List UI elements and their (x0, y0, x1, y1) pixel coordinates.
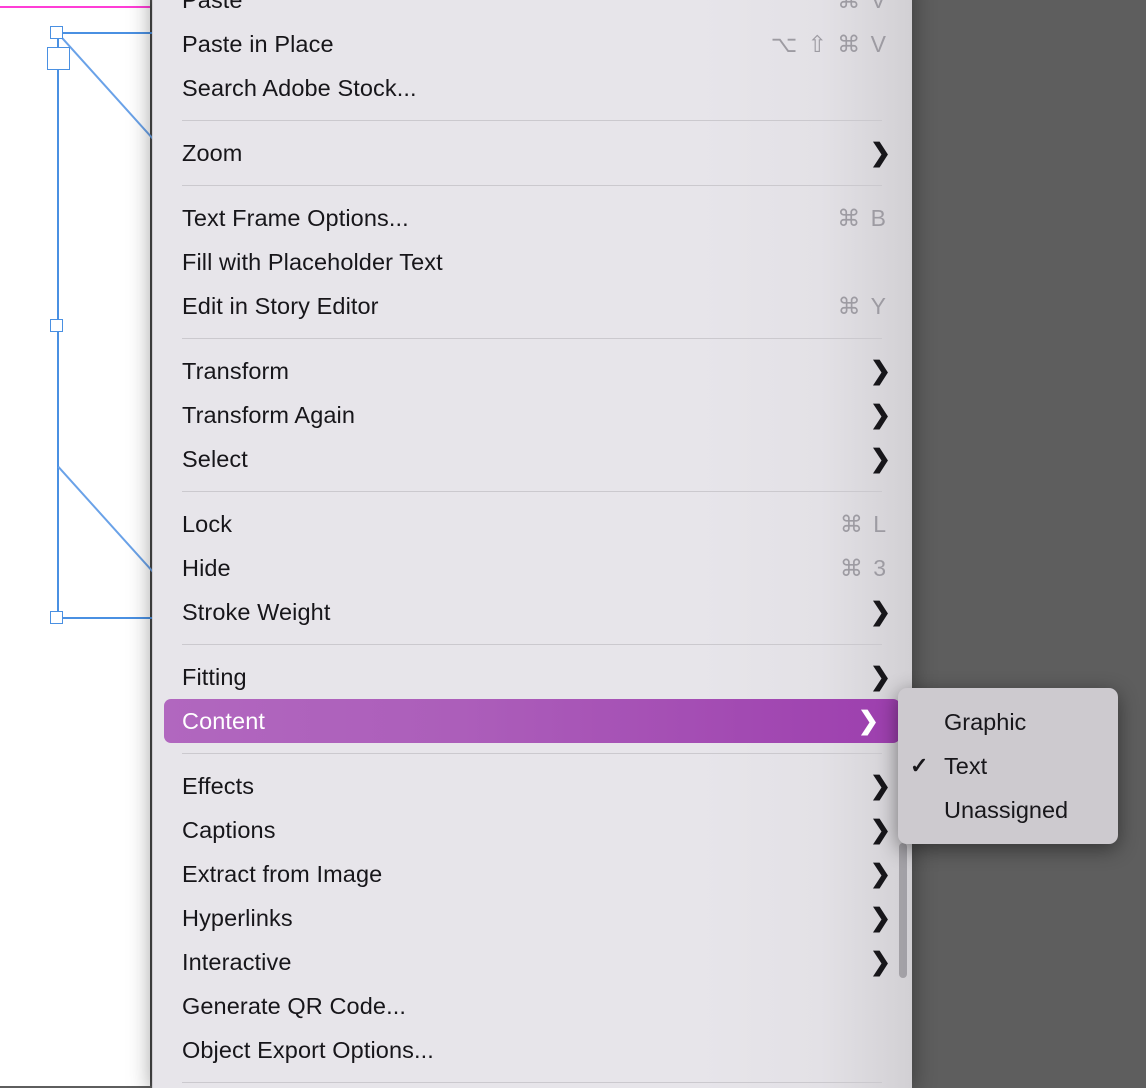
menu-item-object-export-options[interactable]: Object Export Options... (152, 1028, 912, 1072)
menu-item-label: Text Frame Options... (182, 205, 837, 232)
handle-bottom-left[interactable] (50, 611, 63, 624)
chevron-right-icon: ❯ (870, 950, 890, 975)
menu-item-label: Interactive (182, 949, 870, 976)
menu-item-fill-with-placeholder-text[interactable]: Fill with Placeholder Text (152, 240, 912, 284)
menu-item-interactive[interactable]: Interactive❯ (152, 940, 912, 984)
menu-separator (182, 185, 882, 186)
menu-item-label: Edit in Story Editor (182, 293, 838, 320)
menu-item-label: Lock (182, 511, 840, 538)
chevron-right-icon: ❯ (870, 818, 890, 843)
chevron-right-icon: ❯ (858, 709, 878, 734)
chevron-right-icon: ❯ (870, 665, 890, 690)
menu-item-shortcut: ⌥ ⇧ ⌘ V (771, 31, 888, 58)
menu-item-extract-from-image[interactable]: Extract from Image❯ (152, 852, 912, 896)
menu-item-zoom[interactable]: Zoom❯ (152, 131, 912, 175)
menu-scrollbar[interactable] (900, 98, 910, 1078)
frame-edge-bottom (57, 617, 152, 619)
menu-item-label: Object Export Options... (182, 1037, 892, 1064)
chevron-right-icon: ❯ (870, 906, 890, 931)
chevron-right-icon: ❯ (870, 600, 890, 625)
menu-item-shortcut: ⌘ Y (838, 293, 888, 320)
frame-edge-top (57, 32, 152, 34)
handle-middle-left[interactable] (50, 319, 63, 332)
menu-item-shortcut: ⌘ L (840, 511, 888, 538)
menu-item-label: Zoom (182, 140, 870, 167)
menu-item-hyperlinks[interactable]: Hyperlinks❯ (152, 896, 912, 940)
menu-separator (182, 120, 882, 121)
chevron-right-icon: ❯ (870, 862, 890, 887)
chevron-right-icon: ❯ (870, 359, 890, 384)
submenu-item-unassigned[interactable]: Unassigned (898, 788, 1118, 832)
indesign-document-canvas[interactable] (0, 0, 152, 1086)
content-submenu[interactable]: Graphic✓TextUnassigned (898, 688, 1118, 844)
handle-top-left[interactable] (50, 26, 63, 39)
menu-item-search-adobe-stock[interactable]: Search Adobe Stock... (152, 66, 912, 110)
chevron-right-icon: ❯ (870, 774, 890, 799)
menu-item-edit-in-story-editor[interactable]: Edit in Story Editor⌘ Y (152, 284, 912, 328)
menu-separator (182, 644, 882, 645)
menu-item-label: Hyperlinks (182, 905, 870, 932)
menu-item-hide[interactable]: Hide⌘ 3 (152, 546, 912, 590)
object-context-menu[interactable]: Paste⌘ VPaste in Place⌥ ⇧ ⌘ VSearch Adob… (152, 0, 912, 1088)
checkmark-icon: ✓ (910, 753, 944, 779)
menu-item-fitting[interactable]: Fitting❯ (152, 655, 912, 699)
menu-item-label: Search Adobe Stock... (182, 75, 892, 102)
menu-item-label: Content (182, 708, 858, 735)
menu-item-effects[interactable]: Effects❯ (152, 764, 912, 808)
menu-item-paste-in-place[interactable]: Paste in Place⌥ ⇧ ⌘ V (152, 22, 912, 66)
menu-scrollbar-thumb[interactable] (899, 843, 907, 978)
submenu-item-graphic[interactable]: Graphic (898, 700, 1118, 744)
menu-item-label: Hide (182, 555, 840, 582)
menu-item-captions[interactable]: Captions❯ (152, 808, 912, 852)
menu-item-shortcut: ⌘ 3 (840, 555, 888, 582)
menu-item-transform[interactable]: Transform❯ (152, 349, 912, 393)
menu-item-label: Captions (182, 817, 870, 844)
menu-separator (182, 753, 882, 754)
frame-in-port[interactable] (47, 47, 70, 70)
menu-separator (182, 1082, 882, 1083)
menu-item-shortcut: ⌘ V (837, 0, 888, 14)
menu-item-label: Stroke Weight (182, 599, 870, 626)
chevron-right-icon: ❯ (870, 447, 890, 472)
menu-item-label: Fitting (182, 664, 870, 691)
menu-item-shortcut: ⌘ B (837, 205, 888, 232)
menu-item-paste[interactable]: Paste⌘ V (152, 0, 912, 22)
menu-item-label: Generate QR Code... (182, 993, 892, 1020)
menu-item-lock[interactable]: Lock⌘ L (152, 502, 912, 546)
submenu-item-label: Graphic (944, 709, 1026, 736)
menu-item-transform-again[interactable]: Transform Again❯ (152, 393, 912, 437)
menu-item-select[interactable]: Select❯ (152, 437, 912, 481)
menu-item-label: Fill with Placeholder Text (182, 249, 892, 276)
menu-item-label: Paste in Place (182, 31, 771, 58)
menu-item-label: Transform (182, 358, 870, 385)
menu-item-label: Select (182, 446, 870, 473)
chevron-right-icon: ❯ (870, 403, 890, 428)
menu-item-label: Transform Again (182, 402, 870, 429)
submenu-item-text[interactable]: ✓Text (898, 744, 1118, 788)
menu-item-text-frame-options[interactable]: Text Frame Options...⌘ B (152, 196, 912, 240)
submenu-item-label: Unassigned (944, 797, 1068, 824)
menu-item-content[interactable]: Content❯ (164, 699, 900, 743)
menu-item-label: Paste (182, 0, 837, 14)
context-menu-body: Paste⌘ VPaste in Place⌥ ⇧ ⌘ VSearch Adob… (152, 0, 912, 1083)
menu-item-label: Extract from Image (182, 861, 870, 888)
menu-item-label: Effects (182, 773, 870, 800)
margin-guide-top (0, 6, 150, 8)
chevron-right-icon: ❯ (870, 141, 890, 166)
menu-separator (182, 338, 882, 339)
menu-item-generate-qr-code[interactable]: Generate QR Code... (152, 984, 912, 1028)
menu-item-stroke-weight[interactable]: Stroke Weight❯ (152, 590, 912, 634)
menu-separator (182, 491, 882, 492)
submenu-item-label: Text (944, 753, 987, 780)
